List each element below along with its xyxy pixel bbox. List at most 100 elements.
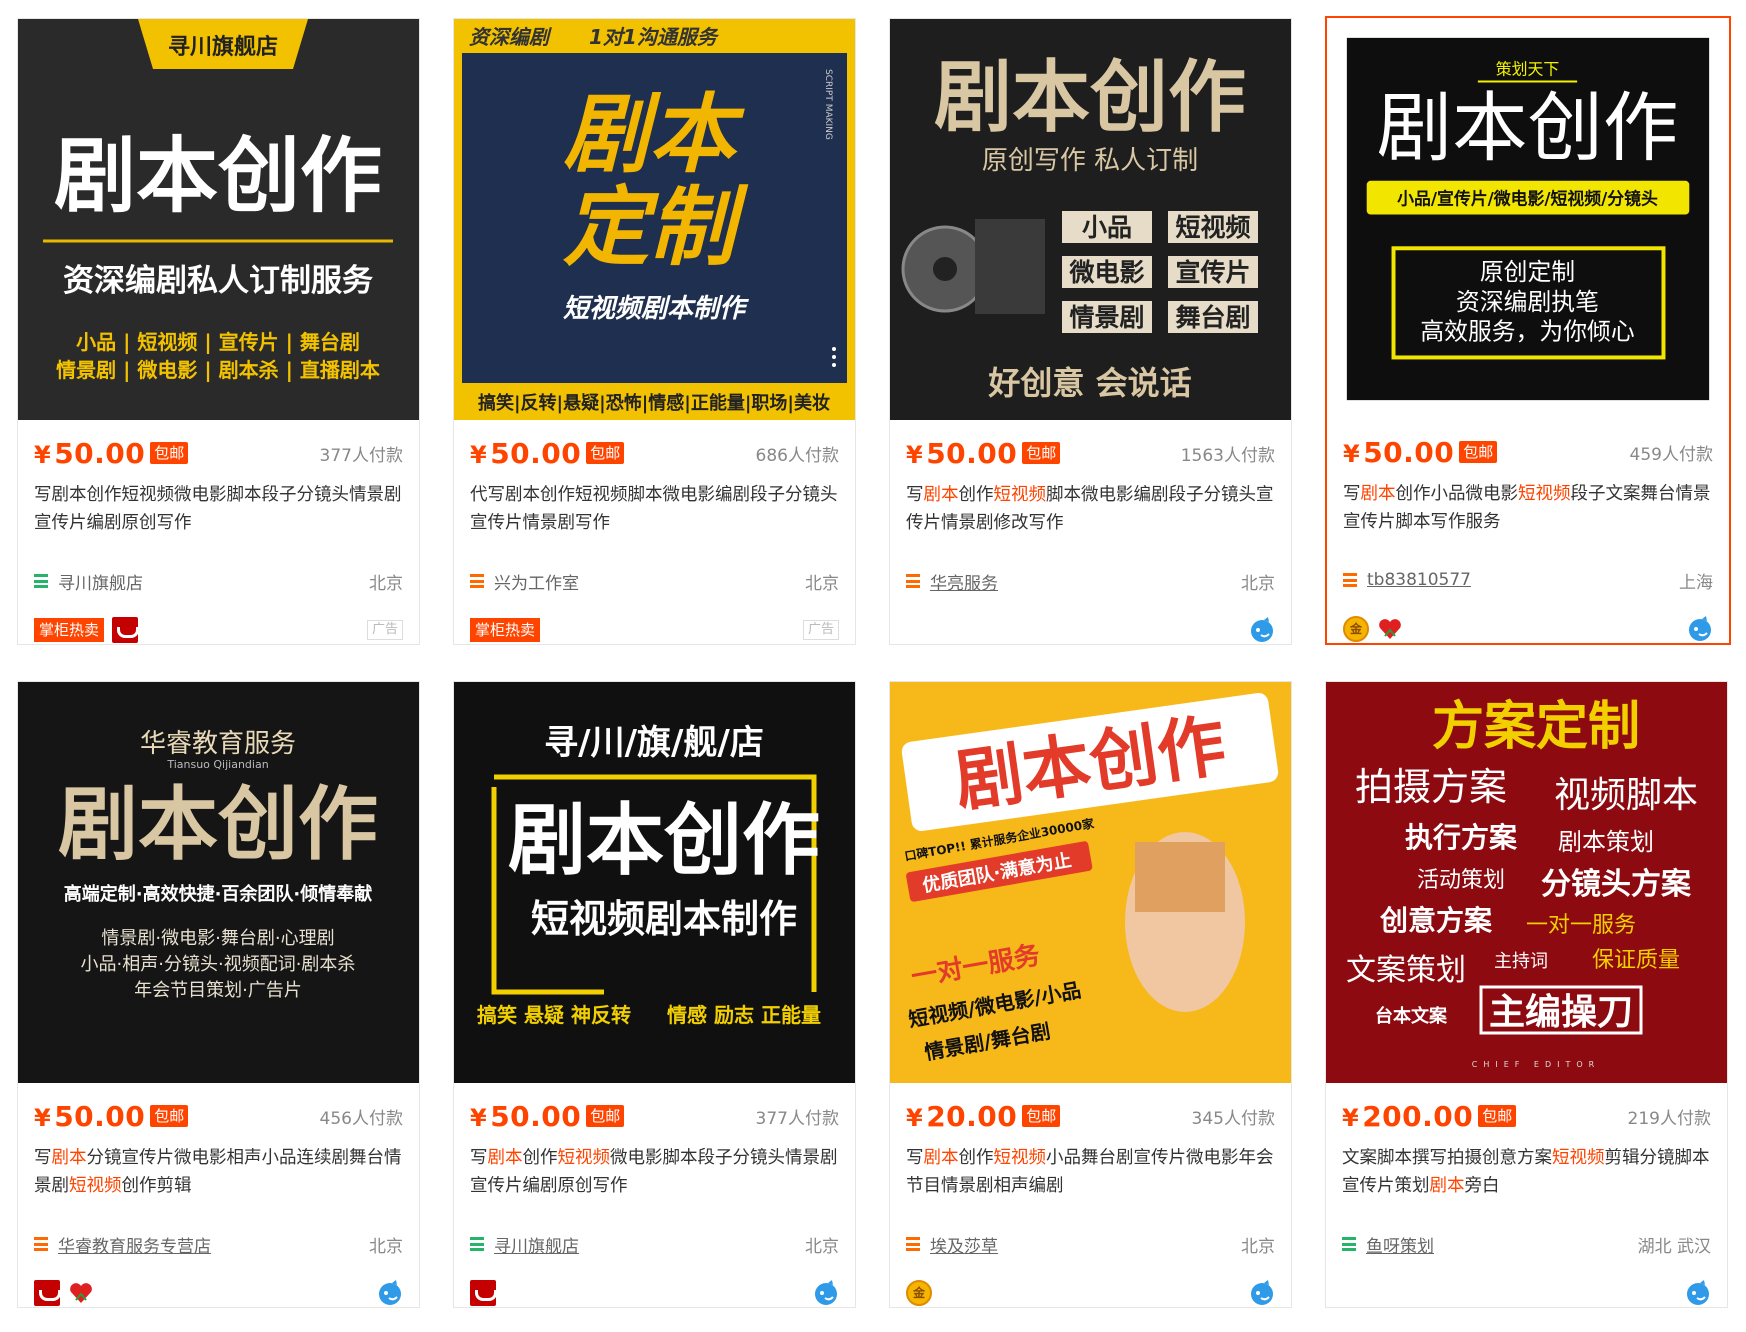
shop-row: 寻川旗舰店 北京	[470, 1230, 839, 1258]
product-title[interactable]: 写剧本创作短视频微电影脚本段子分镜头情景剧宣传片编剧原创写作	[34, 481, 403, 539]
title-keyword-highlight: 剧本	[487, 1148, 523, 1168]
image-tag: 舞台剧	[1175, 303, 1250, 332]
image-subline: 资深编剧私人订制服务	[63, 263, 373, 299]
gold-seller-icon[interactable]: 金	[906, 1280, 932, 1306]
product-card[interactable]: 方案定制 拍摄方案 视频脚本 执行方案 剧本策划 活动策划 分镜头方案 创意方案…	[1325, 681, 1728, 1308]
title-keyword-highlight: 剧本	[923, 1148, 959, 1168]
tmall-icon[interactable]	[34, 1280, 61, 1306]
price: ¥20.00	[906, 1099, 1018, 1133]
product-image[interactable]: 方案定制 拍摄方案 视频脚本 执行方案 剧本策划 活动策划 分镜头方案 创意方案…	[1326, 682, 1727, 1083]
product-card[interactable]: 剧本创作 口碑TOP!! 累计服务企业30000家 优质团队·满意为止 一对一服…	[889, 681, 1292, 1308]
title-keyword-highlight: 剧本	[1429, 1176, 1465, 1196]
shop-name[interactable]: 寻川旗舰店	[58, 569, 143, 594]
price-row: ¥50.00 包邮 1563人付款	[906, 435, 1275, 471]
free-shipping-badge: 包邮	[1022, 1105, 1061, 1127]
image-box-line-1: 原创定制	[1480, 258, 1575, 286]
product-card[interactable]: 资深编剧 1对1沟通服务 SCRIPT MAKING 剧本 定制 短视频剧本制作…	[453, 18, 856, 645]
shop-row: 兴为工作室 北京	[470, 567, 839, 595]
product-image[interactable]: 资深编剧 1对1沟通服务 SCRIPT MAKING 剧本 定制 短视频剧本制作…	[454, 19, 855, 420]
shop-name[interactable]: 华睿教育服务专营店	[58, 1232, 211, 1257]
product-card[interactable]: 寻川旗舰店 剧本创作 资深编剧私人订制服务 小品 | 短视频 | 宣传片 | 舞…	[17, 18, 420, 645]
price: ¥50.00	[470, 1099, 582, 1133]
image-line1: 小品 | 短视频 | 宣传片 | 舞台剧	[76, 330, 360, 354]
location: 北京	[369, 573, 403, 594]
price: ¥50.00	[470, 436, 582, 470]
product-image[interactable]: 剧本创作 原创写作 私人订制 小品 短视频 微电影 宣传片 情景剧 舞台剧 好创…	[890, 19, 1291, 420]
location: 上海	[1679, 572, 1713, 593]
product-title[interactable]: 写剧本创作小品微电影短视频段子文案舞台情景宣传片脚本写作服务	[1343, 480, 1713, 538]
product-card[interactable]: 剧本创作 原创写作 私人订制 小品 短视频 微电影 宣传片 情景剧 舞台剧 好创…	[889, 18, 1292, 645]
image-line3: 年会节目策划·广告片	[134, 980, 302, 1001]
title-keyword-highlight: 短视频	[557, 1148, 611, 1168]
location: 北京	[1241, 1236, 1275, 1257]
title-keyword-highlight: 短视频	[69, 1176, 122, 1196]
product-image[interactable]: 剧本创作 口碑TOP!! 累计服务企业30000家 优质团队·满意为止 一对一服…	[890, 682, 1291, 1083]
image-subline: 小品/宣传片/微电影/短视频/分镜头	[1397, 189, 1658, 209]
badge-row: 金	[1343, 616, 1713, 642]
image-subline: 高端定制·高效快捷·百余团队·倾情奉献	[64, 883, 373, 905]
product-image[interactable]: 寻川旗舰店 剧本创作 资深编剧私人订制服务 小品 | 短视频 | 宣传片 | 舞…	[18, 19, 419, 420]
title-keyword-highlight: 短视频	[1552, 1148, 1605, 1168]
product-title[interactable]: 写剧本创作短视频微电影脚本段子分镜头情景剧宣传片编剧原创写作	[470, 1144, 839, 1202]
wangwang-chat-icon[interactable]	[1249, 617, 1275, 643]
image-w3: 执行方案	[1405, 821, 1518, 854]
hot-sale-tag: 掌柜热卖	[34, 618, 105, 642]
product-title[interactable]: 写剧本创作短视频脚本微电影编剧段子分镜头宣传片情景剧修改写作	[906, 481, 1275, 539]
wangwang-chat-icon[interactable]	[813, 1280, 839, 1306]
product-card[interactable]: 华睿教育服务 Tiansuo Qijiandian 剧本创作 高端定制·高效快捷…	[17, 681, 420, 1308]
title-keyword-highlight: 剧本	[1360, 484, 1396, 504]
title-text: 旁白	[1464, 1176, 1500, 1196]
price: ¥50.00	[906, 436, 1018, 470]
image-w13: 主编操刀	[1489, 992, 1633, 1033]
image-top-right: 1对1沟通服务	[589, 25, 720, 49]
product-title[interactable]: 写剧本分镜宣传片微电影相声小品连续剧舞台情景剧短视频创作剪辑	[34, 1144, 403, 1202]
product-title[interactable]: 代写剧本创作短视频脚本微电影编剧段子分镜头宣传片情景剧写作	[470, 481, 839, 539]
wangwang-chat-icon[interactable]	[1685, 1280, 1711, 1306]
tmall-icon[interactable]	[112, 617, 140, 643]
shop-name[interactable]: 兴为工作室	[494, 569, 579, 594]
image-line2: 小品·相声·分镜头·视频配词·剧本杀	[81, 954, 356, 975]
ad-tag: 广告	[802, 620, 839, 640]
product-image[interactable]: 策划天下 剧本创作 小品/宣传片/微电影/短视频/分镜头 原创定制 资深编剧执笔…	[1329, 20, 1727, 418]
image-headline-1: 剧本	[563, 85, 745, 185]
image-bottom-left: 搞笑 悬疑 神反转	[477, 1003, 631, 1027]
product-card[interactable]: 寻/川/旗/舰/店 剧本创作 短视频剧本制作 搞笑 悬疑 神反转 情感 励志 正…	[453, 681, 856, 1308]
image-w10: 保证质量	[1592, 948, 1680, 973]
location: 北京	[805, 1236, 839, 1257]
title-text: 写	[34, 1148, 52, 1168]
wangwang-chat-icon[interactable]	[377, 1280, 403, 1306]
wangwang-chat-icon[interactable]	[1687, 616, 1713, 642]
tmall-icon[interactable]	[470, 1280, 497, 1306]
gold-seller-icon[interactable]: 金	[1343, 616, 1369, 642]
product-title[interactable]: 写剧本创作短视频小品舞台剧宣传片微电影年会节目情景剧相声编剧	[906, 1144, 1275, 1202]
title-text: 创作	[958, 1148, 994, 1168]
image-headline: 剧本创作	[58, 778, 378, 871]
shop-name[interactable]: 埃及莎草	[930, 1232, 998, 1257]
heart-icon[interactable]	[1377, 616, 1403, 642]
product-grid: 寻川旗舰店 剧本创作 资深编剧私人订制服务 小品 | 短视频 | 宣传片 | 舞…	[0, 0, 1746, 1332]
shop-name[interactable]: 鱼呀策划	[1366, 1232, 1434, 1257]
shop-icon	[470, 1237, 484, 1251]
shop-row: tb83810577 上海	[1343, 566, 1713, 594]
image-w6: 分镜头方案	[1541, 867, 1692, 902]
image-top: 策划天下	[1496, 60, 1560, 79]
heart-icon[interactable]	[68, 1280, 94, 1306]
image-w5: 活动策划	[1417, 868, 1505, 893]
badge-row: 金	[906, 1280, 1275, 1306]
shop-name[interactable]: 华亮服务	[930, 569, 998, 594]
shop-icon	[906, 1237, 920, 1251]
free-shipping-badge: 包邮	[150, 1105, 189, 1127]
product-title[interactable]: 文案脚本撰写拍摄创意方案短视频剪辑分镜脚本宣传片策划剧本旁白	[1342, 1144, 1711, 1202]
shop-name[interactable]: tb83810577	[1367, 570, 1471, 590]
shop-name[interactable]: 寻川旗舰店	[494, 1232, 579, 1257]
shop-row: 华亮服务 北京	[906, 567, 1275, 595]
image-headline: 方案定制	[1432, 697, 1640, 757]
product-card[interactable]: 策划天下 剧本创作 小品/宣传片/微电影/短视频/分镜头 原创定制 资深编剧执笔…	[1325, 16, 1731, 645]
product-image[interactable]: 华睿教育服务 Tiansuo Qijiandian 剧本创作 高端定制·高效快捷…	[18, 682, 419, 1083]
product-image[interactable]: 寻/川/旗/舰/店 剧本创作 短视频剧本制作 搞笑 悬疑 神反转 情感 励志 正…	[454, 682, 855, 1083]
badge-row	[1342, 1280, 1711, 1306]
title-text: 写	[906, 1148, 924, 1168]
wangwang-chat-icon[interactable]	[1249, 1280, 1275, 1306]
image-bottom-right: 情感 励志 正能量	[667, 1003, 821, 1027]
image-w14: CHIEF EDITOR	[1472, 1060, 1600, 1069]
